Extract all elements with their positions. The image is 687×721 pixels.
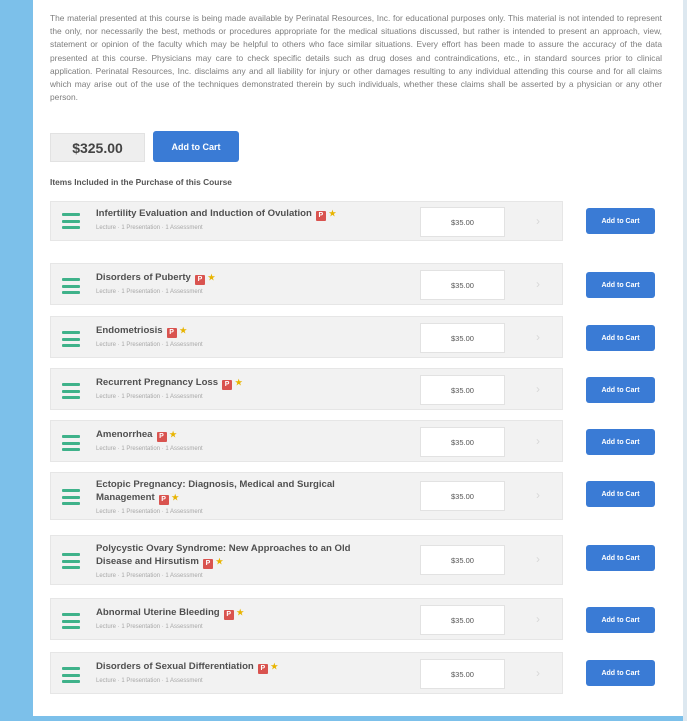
course-item: Abnormal Uterine Bleeding P ★ Lecture · 1 … [50, 598, 563, 640]
list-icon [62, 213, 80, 229]
course-panel: The material presented at this course is… [36, 0, 670, 716]
pdf-badge-icon: P [158, 495, 169, 505]
item-subtitle: Lecture · 1 Presentation · 1 Assessment [96, 394, 203, 400]
item-add-to-cart-button[interactable]: Add to Cart [586, 429, 655, 455]
pdf-badge-icon: P [166, 328, 177, 338]
star-icon: ★ [236, 608, 244, 617]
star-icon: ★ [179, 326, 187, 335]
item-text: Ectopic Pregnancy: Diagnosis, Medical an… [96, 478, 361, 516]
chevron-right-icon[interactable]: › [536, 214, 540, 228]
course-item: Polycystic Ovary Syndrome: New Approache… [50, 535, 563, 585]
item-subtitle: Lecture · 1 Presentation · 1 Assessment [96, 342, 203, 348]
chevron-right-icon[interactable]: › [536, 277, 540, 291]
item-add-to-cart-button[interactable]: Add to Cart [586, 208, 655, 234]
list-icon [62, 613, 80, 629]
item-title[interactable]: Disorders of Puberty [96, 272, 191, 283]
course-item: Recurrent Pregnancy Loss P ★ Lecture · 1 P… [50, 368, 563, 410]
list-icon [62, 667, 80, 683]
pdf-badge-icon: P [156, 432, 167, 442]
course-item: Endometriosis P ★ Lecture · 1 Presentation… [50, 316, 563, 358]
item-add-to-cart-button[interactable]: Add to Cart [586, 660, 655, 686]
star-icon: ★ [169, 430, 177, 439]
item-price: $35.00 [420, 427, 505, 457]
star-icon: ★ [270, 662, 278, 671]
chevron-right-icon[interactable]: › [536, 666, 540, 680]
course-item: Disorders of Puberty P ★ Lecture · 1 Prese… [50, 263, 563, 305]
chevron-right-icon[interactable]: › [536, 382, 540, 396]
course-disclaimer: The material presented at this course is… [50, 13, 662, 103]
item-subtitle: Lecture · 1 Presentation · 1 Assessment [96, 509, 203, 515]
item-title[interactable]: Abnormal Uterine Bleeding [96, 607, 220, 618]
item-price: $35.00 [420, 659, 505, 689]
item-text: Disorders of Sexual Differentiation P ★ Le… [96, 660, 361, 685]
list-icon [62, 435, 80, 451]
chevron-right-icon[interactable]: › [536, 612, 540, 626]
list-icon [62, 331, 80, 347]
star-icon: ★ [207, 273, 216, 282]
pdf-badge-icon: P [257, 664, 268, 674]
item-subtitle: Lecture · 1 Presentation · 1 Assessment [96, 624, 203, 630]
right-frame-bar [683, 0, 687, 721]
list-icon [62, 278, 80, 294]
item-add-to-cart-button[interactable]: Add to Cart [586, 545, 655, 571]
item-title[interactable]: Polycystic Ovary Syndrome: New Approache… [96, 543, 351, 567]
chevron-right-icon[interactable]: › [536, 488, 540, 502]
item-text: Infertility Evaluation and Induction of … [96, 207, 361, 232]
item-text: Polycystic Ovary Syndrome: New Approache… [96, 542, 361, 580]
item-title[interactable]: Recurrent Pregnancy Loss [96, 377, 218, 388]
star-icon: ★ [328, 209, 337, 218]
item-title[interactable]: Ectopic Pregnancy: Diagnosis, Medical an… [96, 479, 335, 503]
item-title[interactable]: Endometriosis [96, 325, 163, 336]
item-title[interactable]: Infertility Evaluation and Induction of … [96, 208, 312, 219]
item-price: $35.00 [420, 323, 505, 353]
bottom-frame-line [33, 716, 683, 721]
item-title[interactable]: Amenorrhea [96, 429, 153, 440]
item-price: $35.00 [420, 545, 505, 575]
item-add-to-cart-button[interactable]: Add to Cart [586, 272, 655, 298]
item-text: Endometriosis P ★ Lecture · 1 Presentation… [96, 324, 361, 349]
item-price: $35.00 [420, 270, 505, 300]
pdf-badge-icon: P [222, 380, 233, 390]
pdf-badge-icon: P [202, 559, 213, 569]
list-icon [62, 489, 80, 505]
item-text: Recurrent Pregnancy Loss P ★ Lecture · 1 P… [96, 376, 361, 401]
item-add-to-cart-button[interactable]: Add to Cart [586, 607, 655, 633]
item-subtitle: Lecture · 1 Presentation · 1 Assessment [96, 225, 203, 231]
star-icon: ★ [215, 557, 224, 566]
item-add-to-cart-button[interactable]: Add to Cart [586, 481, 655, 507]
star-icon: ★ [235, 378, 243, 387]
item-text: Abnormal Uterine Bleeding P ★ Lecture · 1 … [96, 606, 361, 631]
pdf-badge-icon: P [315, 211, 326, 221]
chevron-right-icon[interactable]: › [536, 434, 540, 448]
course-price: $325.00 [50, 133, 145, 162]
list-icon [62, 553, 80, 569]
item-add-to-cart-button[interactable]: Add to Cart [586, 325, 655, 351]
course-add-to-cart-button[interactable]: Add to Cart [153, 131, 239, 162]
course-item: Infertility Evaluation and Induction of … [50, 201, 563, 241]
item-subtitle: Lecture · 1 Presentation · 1 Assessment [96, 573, 203, 579]
item-price: $35.00 [420, 375, 505, 405]
chevron-right-icon[interactable]: › [536, 552, 540, 566]
item-price: $35.00 [420, 481, 505, 511]
item-price: $35.00 [420, 207, 505, 237]
included-items-heading: Items Included in the Purchase of this C… [50, 177, 232, 187]
item-price: $35.00 [420, 605, 505, 635]
star-icon: ★ [171, 493, 179, 502]
list-icon [62, 383, 80, 399]
item-subtitle: Lecture · 1 Presentation · 1 Assessment [96, 678, 203, 684]
item-text: Disorders of Puberty P ★ Lecture · 1 Prese… [96, 271, 361, 296]
course-item: Disorders of Sexual Differentiation P ★ Le… [50, 652, 563, 694]
pdf-badge-icon: P [223, 610, 234, 620]
course-item: Ectopic Pregnancy: Diagnosis, Medical an… [50, 472, 563, 520]
item-add-to-cart-button[interactable]: Add to Cart [586, 377, 655, 403]
course-item: Amenorrhea P ★ Lecture · 1 Presentation · … [50, 420, 563, 462]
item-title[interactable]: Disorders of Sexual Differentiation [96, 661, 254, 672]
chevron-right-icon[interactable]: › [536, 330, 540, 344]
left-frame-bar [0, 0, 33, 721]
item-subtitle: Lecture · 1 Presentation · 1 Assessment [96, 289, 203, 295]
item-subtitle: Lecture · 1 Presentation · 1 Assessment [96, 446, 203, 452]
pdf-badge-icon: P [194, 275, 205, 285]
item-text: Amenorrhea P ★ Lecture · 1 Presentation · … [96, 428, 361, 453]
